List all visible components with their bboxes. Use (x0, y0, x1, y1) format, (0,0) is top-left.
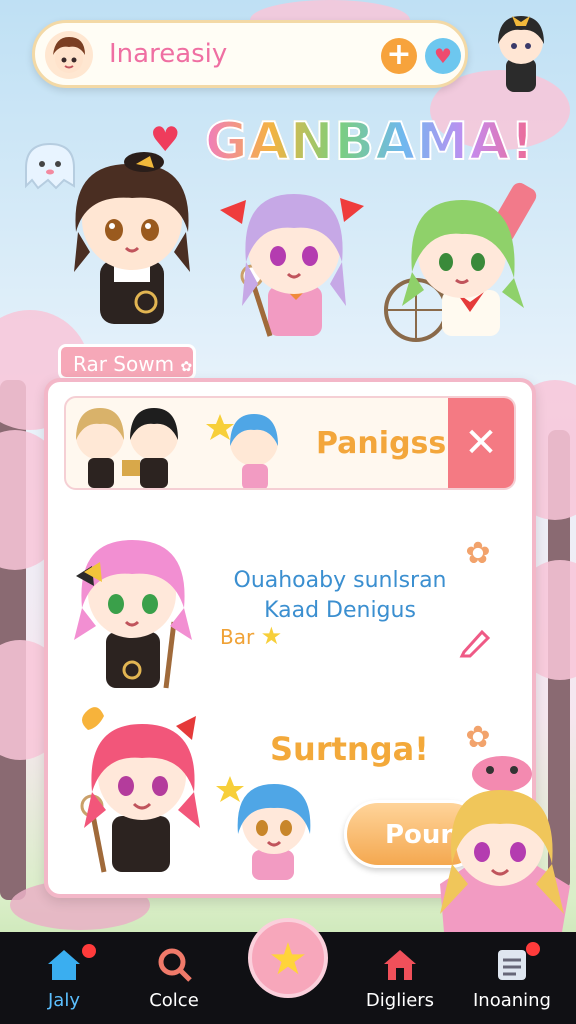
mascot-top-right (486, 6, 556, 100)
section-tag: Rar Sowm ✿ (58, 344, 196, 380)
nav-item-news[interactable]: Inoaning (462, 932, 562, 1024)
banner-characters (76, 408, 278, 488)
character-brown-hair (56, 142, 206, 346)
character-blue-hair (212, 772, 332, 886)
row-subtitle: Bar ★ (220, 622, 282, 650)
plus-icon: + (386, 37, 412, 72)
house-icon (384, 950, 416, 980)
row-subtitle-label: Bar (220, 625, 255, 649)
nav-label-home: Jaly (48, 990, 80, 1011)
character-pink-hair (66, 522, 206, 696)
nav-label-news: Inoaning (472, 990, 551, 1011)
app-title: Inareasiy (109, 39, 228, 69)
flower-icon[interactable]: ✿ (460, 536, 496, 572)
edit-icon[interactable] (458, 624, 494, 660)
add-button[interactable]: + (381, 38, 417, 74)
search-bar[interactable]: Inareasiy + ♥ (32, 20, 468, 88)
close-button[interactable]: ✕ (448, 398, 514, 488)
star-icon: ★ (260, 622, 283, 650)
star-icon: ★ (268, 934, 308, 985)
character-lavender-hair (212, 176, 372, 350)
flower-icon: ✿ (180, 359, 193, 375)
banner-title: Panigss (316, 426, 447, 461)
nav-item-home[interactable]: Jaly (14, 932, 114, 1024)
user-avatar[interactable] (45, 31, 93, 79)
row-title: Ouahoaby sunlsran Kaad Denigus (233, 568, 447, 623)
favorite-star-button[interactable]: ★ (248, 918, 328, 998)
home-icon (48, 950, 80, 980)
promo-banner[interactable]: Panigss ✕ (64, 396, 516, 490)
character-red-hair (58, 706, 208, 880)
favorite-button[interactable]: ♥ (425, 38, 461, 74)
notification-badge (82, 944, 96, 958)
settings-flower-icon[interactable]: ✿ (460, 720, 496, 756)
cheer-text: Surtnga! (270, 730, 429, 768)
nav-label-house: Digliers (365, 990, 435, 1011)
character-green-hair (382, 182, 552, 356)
search-gear-icon (158, 948, 192, 982)
heart-icon: ♥ (434, 44, 452, 68)
nav-item-house[interactable]: Digliers (350, 932, 450, 1024)
notification-badge (526, 942, 540, 956)
section-tag-label: Rar Sowm (73, 352, 175, 376)
character-blonde-mascot (430, 754, 576, 938)
nav-label-search: Colce (149, 990, 199, 1011)
close-icon: ✕ (464, 420, 498, 466)
app-logo: GANBAMA! (204, 111, 536, 173)
nav-item-search[interactable]: Colce (124, 932, 224, 1024)
